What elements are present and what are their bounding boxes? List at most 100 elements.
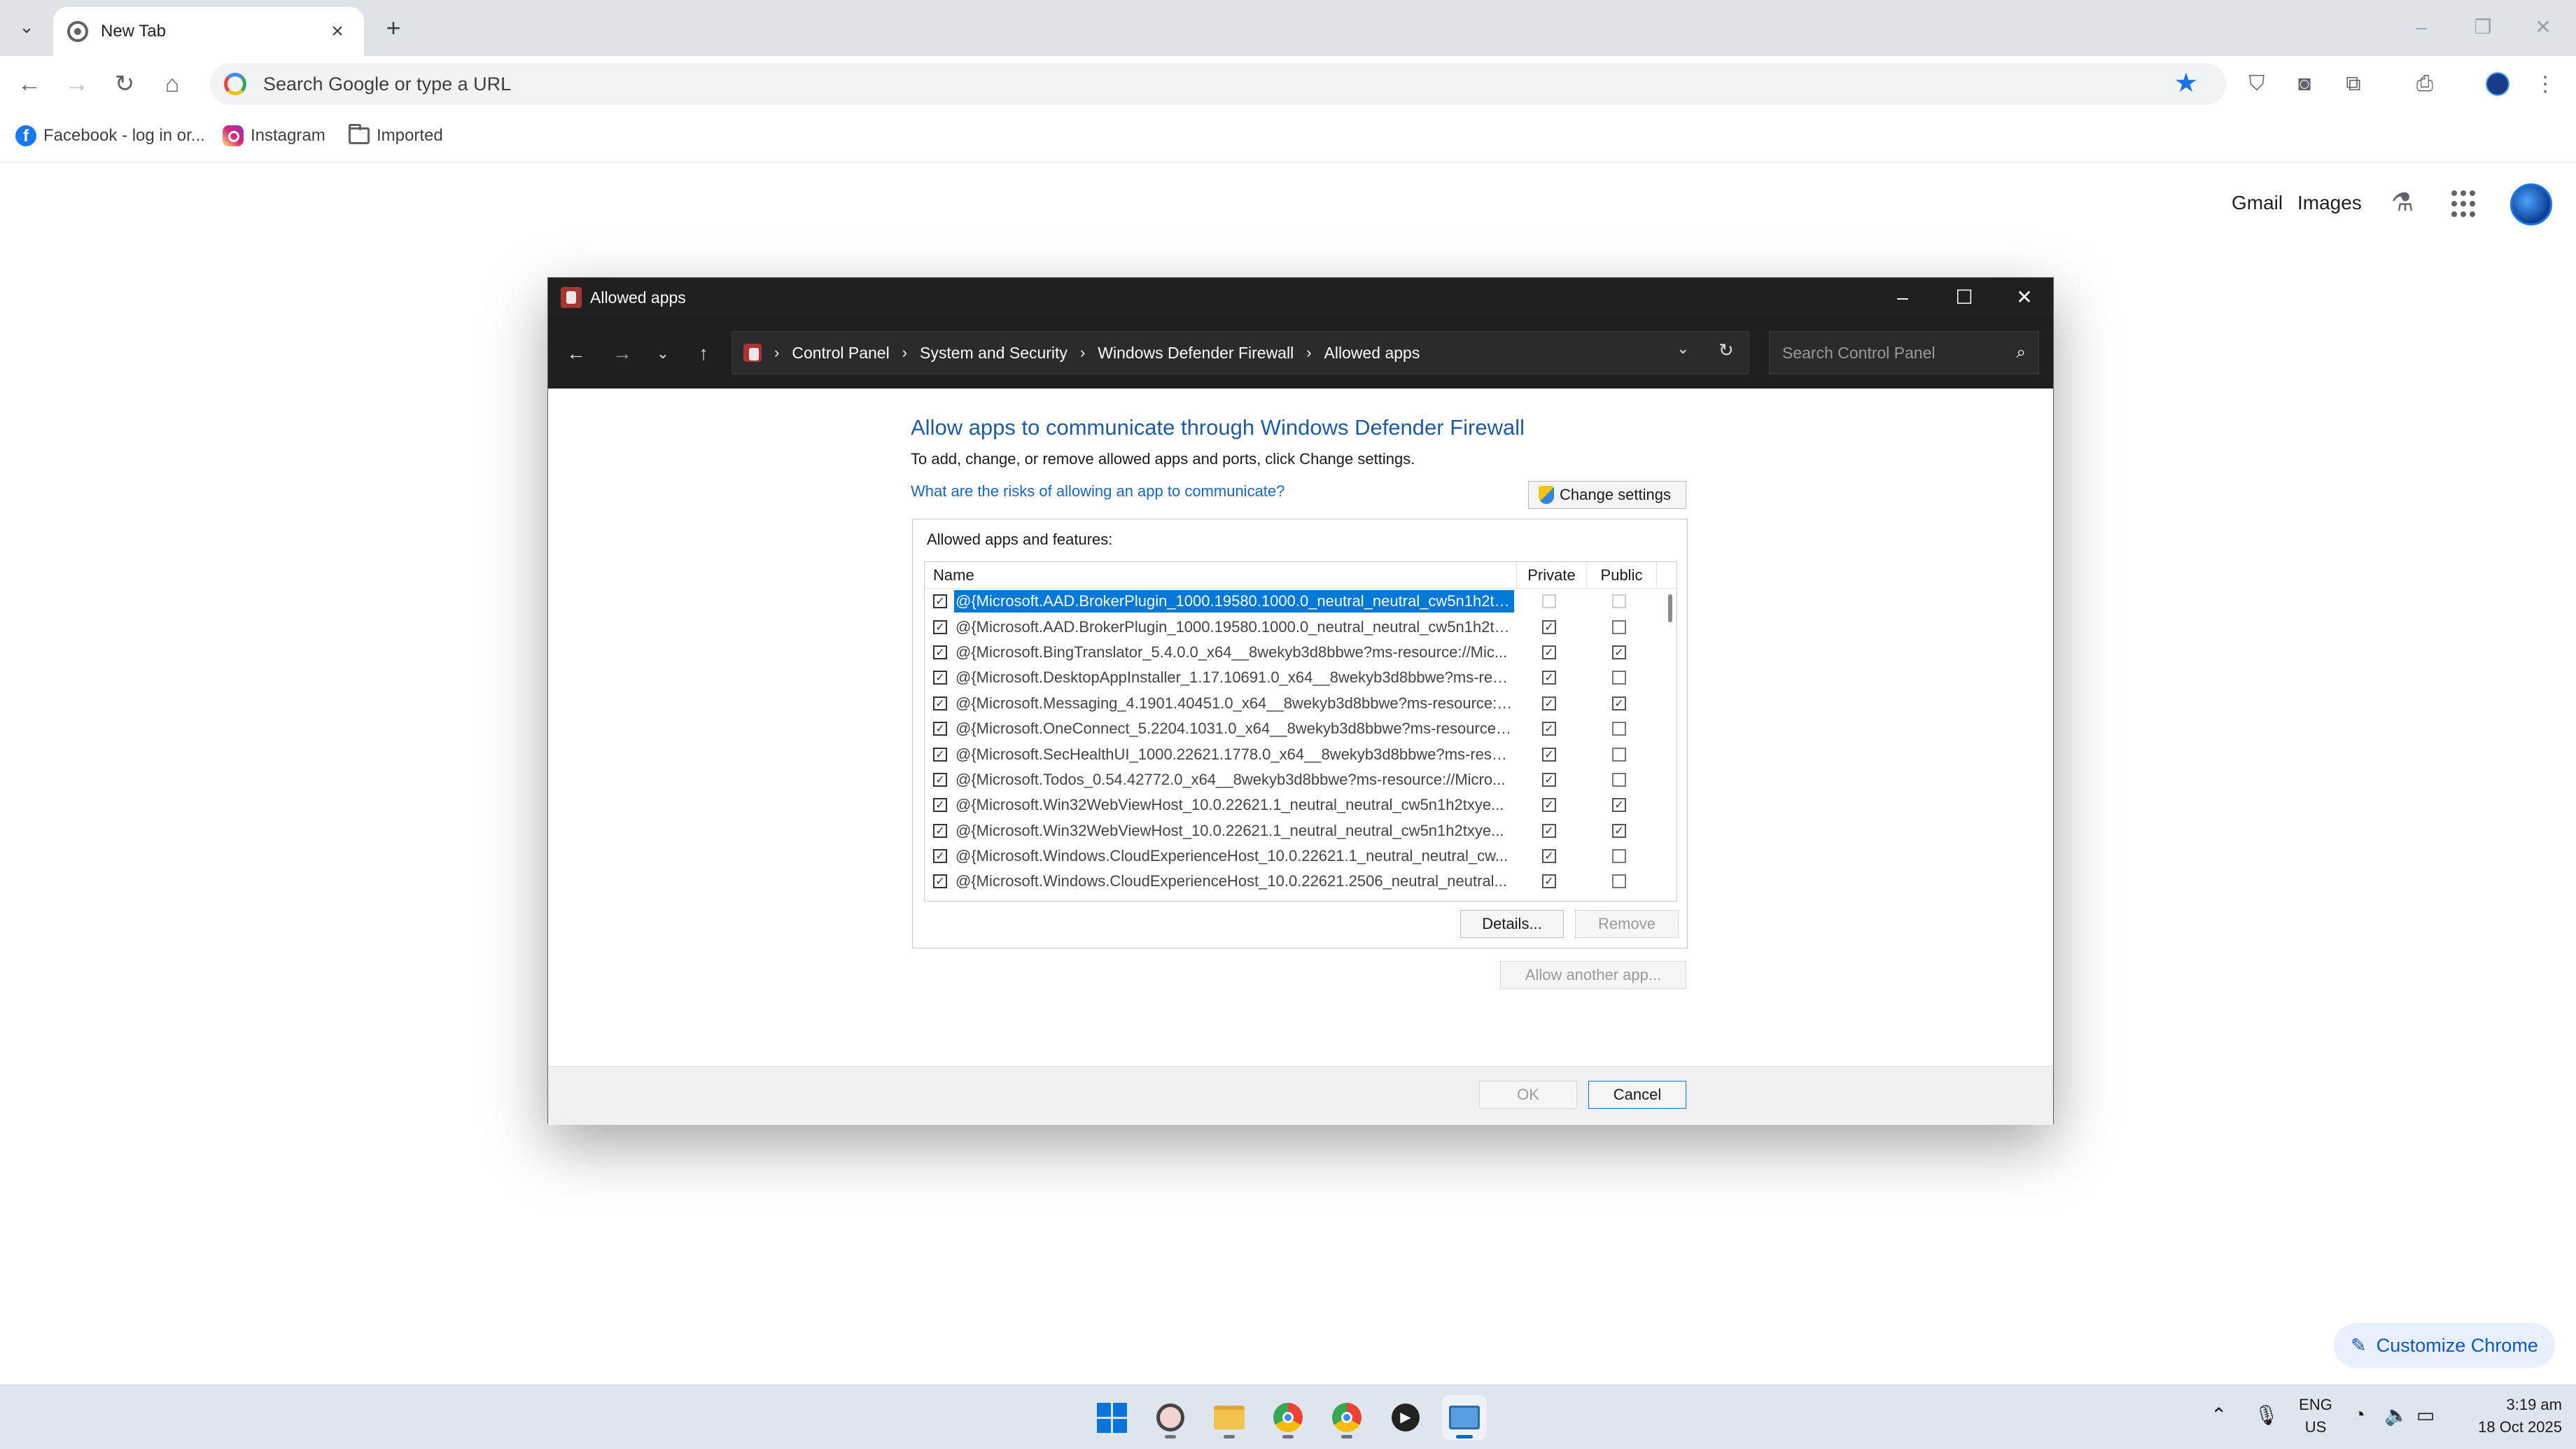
restore-window-icon[interactable]: ❐	[2458, 10, 2507, 45]
google-apps-icon[interactable]	[2451, 190, 2479, 218]
bookmark-facebook[interactable]: f Facebook - log in or...	[15, 122, 205, 150]
public-checkbox[interactable]	[1612, 772, 1626, 787]
labs-flask-icon[interactable]: ⚗	[2388, 188, 2416, 217]
enable-checkbox[interactable]: ✓	[933, 696, 947, 710]
list-item[interactable]: ✓ @{Microsoft.AAD.BrokerPlugin_1000.19580…	[925, 589, 1657, 614]
enable-checkbox[interactable]: ✓	[933, 823, 947, 838]
list-item[interactable]: ✓ @{Microsoft.Messaging_4.1901.40451.0_x6…	[925, 691, 1657, 716]
battery-icon[interactable]: ▭	[2416, 1404, 2435, 1427]
breadcrumb[interactable]: › Control Panel › System and Security › …	[732, 331, 1749, 374]
back-icon[interactable]: ←	[561, 338, 592, 369]
public-checkbox[interactable]	[1612, 874, 1626, 889]
back-icon[interactable]: ←	[13, 67, 46, 101]
search-control-panel-input[interactable]: Search Control Panel ⌕	[1769, 331, 2039, 374]
forward-icon[interactable]: →	[60, 67, 94, 101]
allowed-apps-list[interactable]: Name Private Public ✓ @{Microsoft.AAD.Bro…	[924, 561, 1677, 902]
list-item[interactable]: ✓ @{Microsoft.OneConnect_5.2204.1031.0_x6…	[925, 716, 1657, 741]
refresh-icon[interactable]: ↻	[1718, 340, 1734, 361]
public-checkbox[interactable]: ✓	[1612, 823, 1626, 838]
list-item[interactable]: ✓ @{Microsoft.SecHealthUI_1000.22621.1778…	[925, 741, 1657, 766]
address-dropdown-icon[interactable]: ⌄	[1676, 340, 1689, 358]
wifi-icon[interactable]: ◔	[2353, 1404, 2365, 1426]
enable-checkbox[interactable]: ✓	[933, 747, 947, 762]
chrome-profile-taskbar-icon[interactable]	[1324, 1395, 1369, 1440]
control-panel-taskbar-icon[interactable]	[1442, 1395, 1487, 1440]
public-checkbox[interactable]: ✓	[1612, 696, 1626, 710]
ok-button[interactable]: OK	[1479, 1081, 1577, 1109]
public-checkbox[interactable]: ✓	[1612, 798, 1626, 813]
breadcrumb-control-panel[interactable]: Control Panel	[792, 344, 889, 363]
language-indicator[interactable]: ENG US	[2296, 1394, 2335, 1438]
close-window-icon[interactable]: ✕	[2519, 10, 2568, 45]
public-checkbox[interactable]	[1612, 620, 1626, 634]
volume-icon[interactable]: 🔈	[2384, 1404, 2409, 1427]
print-icon[interactable]: ⎙	[2409, 69, 2440, 99]
app-icon-1[interactable]	[1148, 1395, 1193, 1440]
reload-icon[interactable]: ↻	[108, 67, 141, 101]
gmail-link[interactable]: Gmail	[2232, 192, 2283, 214]
remove-button[interactable]: Remove	[1575, 910, 1679, 938]
private-checkbox[interactable]	[1542, 594, 1556, 609]
customize-chrome-button[interactable]: ✎ Customize Chrome	[2334, 1323, 2555, 1368]
private-checkbox[interactable]: ✓	[1542, 772, 1556, 787]
minimize-window-icon[interactable]: –	[2397, 10, 2446, 45]
list-item[interactable]: ✓ @{Microsoft.BingTranslator_5.4.0.0_x64_…	[925, 640, 1657, 665]
list-scrollbar[interactable]	[1668, 594, 1672, 622]
column-name[interactable]: Name	[925, 562, 1517, 588]
list-item[interactable]: ✓ @{Microsoft.Win32WebViewHost_10.0.22621…	[925, 818, 1657, 844]
list-item[interactable]: ✓ @{Microsoft.DesktopAppInstaller_1.17.10…	[925, 665, 1657, 690]
bookmark-folder-imported[interactable]: Imported	[349, 122, 443, 150]
enable-checkbox[interactable]: ✓	[933, 772, 947, 787]
list-item[interactable]: ✓ @{Microsoft.AAD.BrokerPlugin_1000.19580…	[925, 614, 1657, 639]
start-windows-icon[interactable]	[1089, 1395, 1134, 1440]
breadcrumb-firewall[interactable]: Windows Defender Firewall	[1098, 344, 1294, 363]
cancel-button[interactable]: Cancel	[1588, 1081, 1686, 1109]
public-checkbox[interactable]: ✓	[1612, 645, 1626, 659]
private-checkbox[interactable]: ✓	[1542, 671, 1556, 685]
close-icon[interactable]: ✕	[1994, 278, 2054, 317]
public-checkbox[interactable]	[1612, 671, 1626, 685]
private-checkbox[interactable]: ✓	[1542, 798, 1556, 813]
private-checkbox[interactable]: ✓	[1542, 722, 1556, 736]
glasses-extension-icon[interactable]: ◙	[2289, 69, 2320, 99]
change-settings-button[interactable]: Change settings	[1528, 481, 1686, 509]
window-titlebar[interactable]: Allowed apps – ☐ ✕	[548, 278, 2053, 317]
private-checkbox[interactable]: ✓	[1542, 747, 1556, 762]
close-tab-icon[interactable]: ×	[325, 20, 350, 43]
enable-checkbox[interactable]: ✓	[933, 798, 947, 813]
images-link[interactable]: Images	[2297, 192, 2362, 214]
extensions-puzzle-icon[interactable]: ⧉	[2338, 69, 2369, 99]
public-checkbox[interactable]	[1612, 849, 1626, 864]
public-checkbox[interactable]	[1612, 747, 1626, 762]
enable-checkbox[interactable]: ✓	[933, 722, 947, 736]
column-private[interactable]: Private	[1517, 562, 1587, 588]
minimize-icon[interactable]: –	[1872, 278, 1933, 317]
list-item[interactable]: ✓ @{Microsoft.Windows.CloudExperienceHost…	[925, 869, 1657, 894]
enable-checkbox[interactable]: ✓	[933, 874, 947, 889]
file-explorer-icon[interactable]	[1207, 1395, 1252, 1440]
media-player-icon[interactable]: ▶	[1383, 1395, 1428, 1440]
breadcrumb-allowed-apps[interactable]: Allowed apps	[1324, 344, 1420, 363]
list-item[interactable]: ✓ @{Microsoft.Windows.CloudExperienceHost…	[925, 844, 1657, 869]
up-icon[interactable]: ↑	[688, 338, 719, 369]
public-checkbox[interactable]	[1612, 722, 1626, 736]
allow-another-app-button[interactable]: Allow another app...	[1500, 961, 1686, 989]
details-button[interactable]: Details...	[1460, 910, 1564, 938]
enable-checkbox[interactable]: ✓	[933, 645, 947, 659]
private-checkbox[interactable]: ✓	[1542, 645, 1556, 659]
chrome-taskbar-icon[interactable]	[1266, 1395, 1310, 1440]
list-item[interactable]: ✓ @{Microsoft.Win32WebViewHost_10.0.22621…	[925, 792, 1657, 818]
risks-link[interactable]: What are the risks of allowing an app to…	[911, 482, 1284, 500]
list-item[interactable]: ✓ @{Microsoft.Todos_0.54.42772.0_x64__8we…	[925, 767, 1657, 792]
enable-checkbox[interactable]: ✓	[933, 594, 947, 609]
recent-locations-chevron-icon[interactable]: ⌄	[648, 338, 678, 369]
private-checkbox[interactable]: ✓	[1542, 620, 1556, 634]
profile-avatar-icon[interactable]	[2482, 69, 2513, 99]
more-menu-icon[interactable]: ⋮	[2530, 69, 2561, 99]
home-icon[interactable]: ⌂	[155, 67, 189, 101]
bookmark-star-icon[interactable]: ★	[2174, 67, 2198, 99]
tab-search-chevron-icon[interactable]: ⌄	[13, 13, 41, 41]
enable-checkbox[interactable]: ✓	[933, 849, 947, 864]
column-public[interactable]: Public	[1587, 562, 1657, 588]
omnibox[interactable]: Search Google or type a URL ★	[210, 63, 2226, 105]
